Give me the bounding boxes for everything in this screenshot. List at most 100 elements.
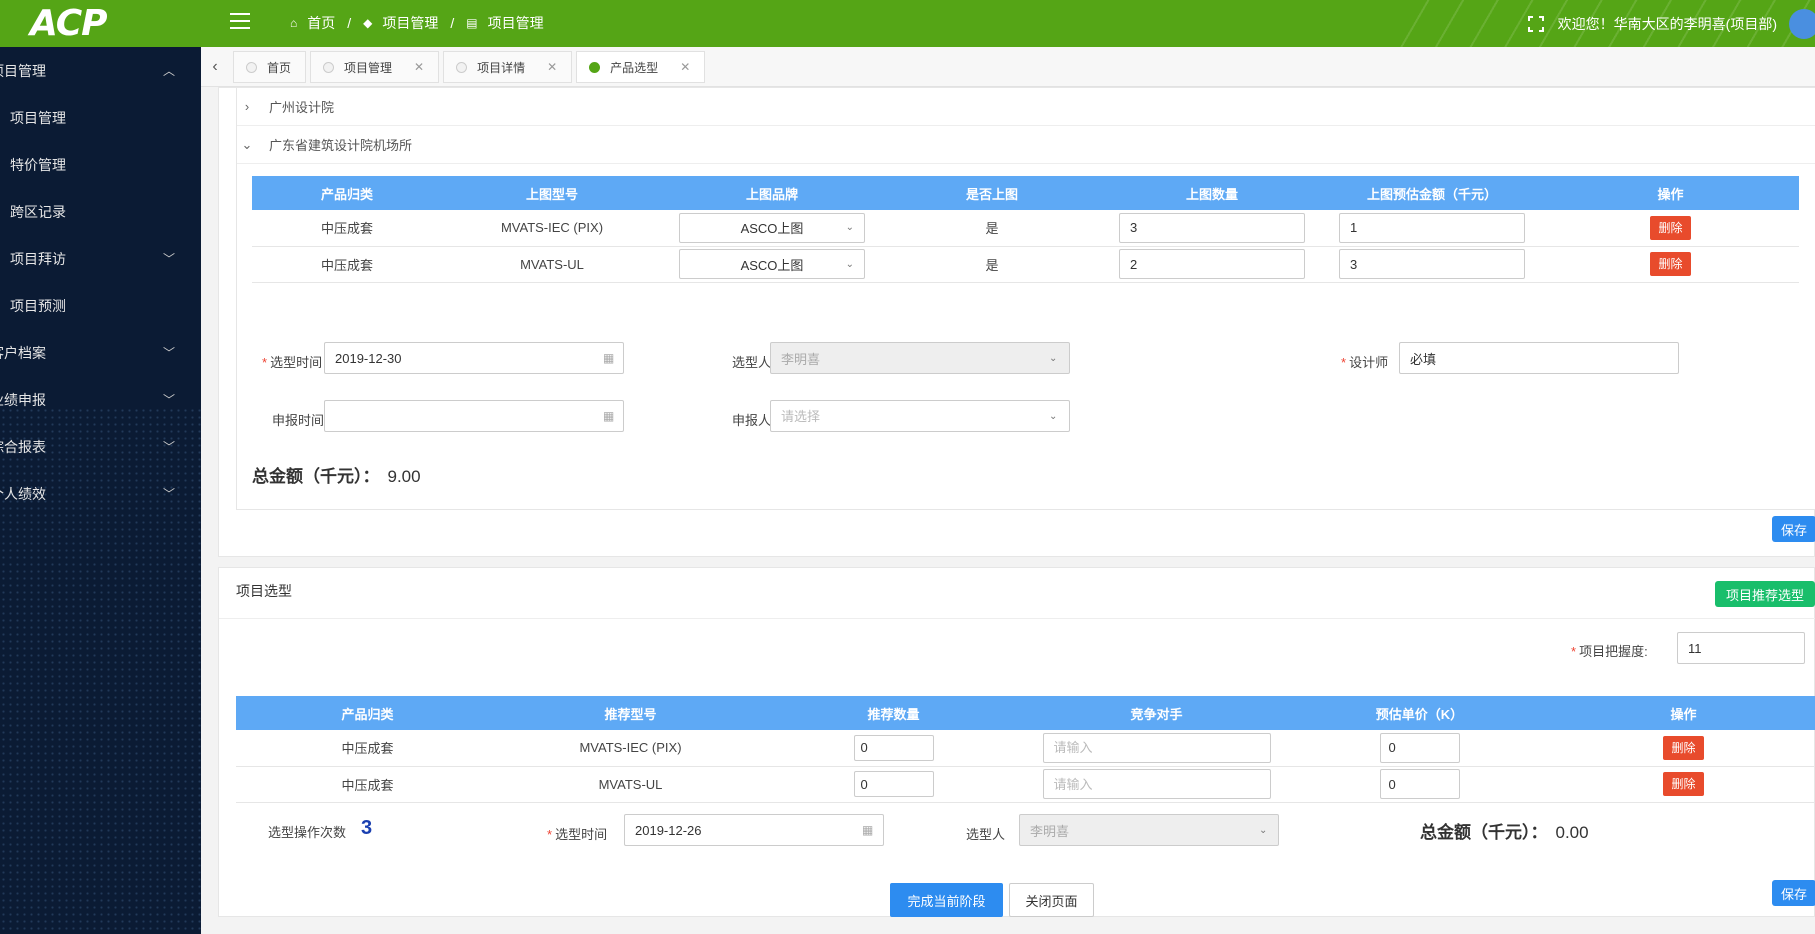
sidebar-group-personal-performance[interactable]: 个人绩效 ﹀ — [0, 470, 201, 517]
cell-model: MVATS-UL — [442, 246, 662, 283]
col-header: 上图数量 — [1102, 176, 1322, 210]
sidebar-group-reports[interactable]: 综合报表 ﹀ — [0, 423, 201, 470]
cell-action: 删除 — [1551, 766, 1815, 803]
avatar[interactable] — [1789, 8, 1815, 39]
menu-toggle-icon[interactable] — [230, 13, 250, 29]
delete-button[interactable]: 删除 — [1663, 772, 1704, 796]
breadcrumb-item-current: 项目管理 — [487, 15, 544, 31]
tab-project-detail[interactable]: 项目详情 ✕ — [443, 51, 573, 83]
select-time-input[interactable] — [324, 342, 624, 374]
sidebar-group-performance-report[interactable]: 业绩申报 ﹀ — [0, 376, 201, 423]
cell-qty — [762, 766, 1025, 803]
confidence-label: * 项目把握度: — [1571, 644, 1648, 659]
tab-dot-icon — [589, 61, 601, 73]
breadcrumb-separator: / — [450, 15, 455, 31]
save-button[interactable]: 保存 — [1772, 880, 1815, 906]
close-page-button[interactable]: 关闭页面 — [1009, 883, 1094, 917]
collapse-item-guangzhou[interactable]: › 广州设计院 — [237, 88, 1815, 126]
selector-input — [1019, 814, 1279, 846]
qty-input[interactable] — [1119, 249, 1305, 279]
tab-home[interactable]: 首页 — [233, 51, 307, 83]
competitor-input[interactable] — [1042, 732, 1271, 763]
chevron-down-icon: ﹀ — [162, 440, 175, 454]
delete-button[interactable]: 删除 — [1650, 252, 1691, 276]
sidebar-item-project-forecast[interactable]: 项目预测 — [0, 282, 201, 329]
table-row: 中压成套 MVATS-IEC (PIX) ASCO上图 ⌄ 是 3 1 删除 — [252, 210, 1799, 247]
recommend-qty-input[interactable] — [853, 734, 934, 761]
op-count-value: 3 — [361, 817, 373, 839]
select-time-label: * 选型时间 — [547, 827, 608, 842]
report-time-input[interactable] — [324, 400, 624, 432]
recommend-selection-button[interactable]: 项目推荐选型 — [1715, 581, 1815, 607]
sidebar-group-project-mgmt[interactable]: 项目管理 ︿ — [0, 47, 201, 94]
chevron-down-icon: ⌄ — [1259, 825, 1268, 836]
logo-text: ACP — [30, 2, 108, 44]
breadcrumb-item-project-mgmt[interactable]: 项目管理 — [382, 13, 438, 33]
amount-input[interactable] — [1339, 249, 1525, 279]
complete-stage-button[interactable]: 完成当前阶段 — [890, 883, 1003, 917]
cell-brand: ASCO上图 ⌄ — [662, 210, 882, 247]
reporter-select[interactable] — [770, 400, 1070, 432]
cell-on-drawing: 是 — [882, 246, 1102, 283]
brand-select-value: ASCO上图 — [740, 257, 804, 273]
cell-qty — [1102, 210, 1322, 247]
chevron-down-icon: ⌄ — [845, 222, 854, 234]
tag-icon: ◆ — [363, 16, 373, 30]
col-header: 推荐型号 — [499, 696, 762, 730]
delete-button[interactable]: 删除 — [1650, 215, 1691, 240]
breadcrumb-item-home[interactable]: 首页 — [307, 13, 335, 33]
cell-qty — [1102, 246, 1322, 283]
qty-input[interactable] — [1119, 212, 1305, 243]
tab-project-mgmt[interactable]: 项目管理 ✕ — [310, 51, 440, 83]
sidebar-item-project-visit[interactable]: 项目拜访 ﹀ — [0, 235, 201, 282]
sidebar-item-label: 综合报表 — [0, 438, 46, 455]
close-icon[interactable]: ✕ — [547, 60, 557, 74]
sidebar-item-cross-region[interactable]: 跨区记录 — [0, 188, 201, 235]
delete-button[interactable]: 删除 — [1663, 735, 1704, 760]
close-icon[interactable]: ✕ — [680, 60, 690, 74]
chevron-left-icon[interactable]: ‹ — [201, 47, 229, 87]
unit-price-input[interactable] — [1379, 732, 1460, 763]
sidebar-item-special-price[interactable]: 特价管理 — [0, 141, 201, 188]
sidebar-item-label: 项目管理 — [10, 109, 66, 126]
sidebar-item-project-mgmt[interactable]: 项目管理 — [0, 94, 201, 141]
cell-price — [1288, 730, 1551, 767]
total-value: 0.00 — [1555, 823, 1589, 842]
confidence-input[interactable] — [1677, 632, 1805, 664]
collapse-item-guangdong[interactable]: ⌄ 广东省建筑设计院机场所 — [237, 126, 1815, 164]
table-header-row: 产品归类 上图型号 上图品牌 是否上图 上图数量 上图预估金额（千元） 操作 — [252, 176, 1799, 210]
table-row: 中压成套 MVATS-IEC (PIX) 删除 — [236, 730, 1815, 767]
select-time-input[interactable] — [624, 814, 884, 846]
competitor-input[interactable] — [1042, 769, 1271, 799]
designer-label: * 设计师 — [1341, 355, 1389, 370]
sidebar-item-label: 业绩申报 — [0, 391, 46, 408]
cell-model: MVATS-UL — [499, 766, 762, 803]
tab-product-selection[interactable]: 产品选型 ✕ — [576, 51, 706, 83]
brand-select[interactable]: ASCO上图 ⌄ — [679, 249, 865, 279]
fullscreen-icon[interactable] — [1527, 15, 1544, 32]
designer-input[interactable] — [1399, 342, 1679, 374]
selector-label: 选型人 — [966, 827, 1006, 842]
cell-competitor — [1025, 766, 1288, 803]
save-button[interactable]: 保存 — [1772, 516, 1815, 542]
cell-amount — [1322, 246, 1542, 283]
breadcrumb-separator: / — [347, 15, 352, 31]
recommend-qty-input[interactable] — [853, 771, 934, 797]
calendar-icon: ▦ — [603, 351, 615, 365]
amount-input[interactable] — [1339, 212, 1525, 243]
cell-model: MVATS-IEC (PIX) — [499, 730, 762, 767]
cell-action: 删除 — [1542, 210, 1799, 247]
unit-price-input[interactable] — [1379, 769, 1460, 799]
close-icon[interactable]: ✕ — [414, 60, 424, 74]
cell-brand: ASCO上图 ⌄ — [662, 246, 882, 283]
top-header: ACP ⌂ 首页 / ◆ 项目管理 / ▤ 项目管理 欢迎您！华南大区的李明喜(… — [0, 0, 1815, 47]
total-value: 9.00 — [387, 467, 421, 486]
sidebar-item-label: 项目预测 — [10, 297, 66, 314]
sidebar-group-customer-files[interactable]: 客户档案 ﹀ — [0, 329, 201, 376]
selector-label: 选型人 — [732, 355, 772, 370]
tab-dot-icon — [456, 61, 468, 73]
brand-select[interactable]: ASCO上图 ⌄ — [679, 212, 865, 243]
sidebar: 项目管理 ︿ 项目管理 特价管理 跨区记录 项目拜访 ﹀ 项目预测 客户档案 ﹀… — [0, 47, 201, 934]
chevron-down-icon: ﹀ — [162, 346, 175, 360]
col-header: 产品归类 — [252, 176, 442, 210]
